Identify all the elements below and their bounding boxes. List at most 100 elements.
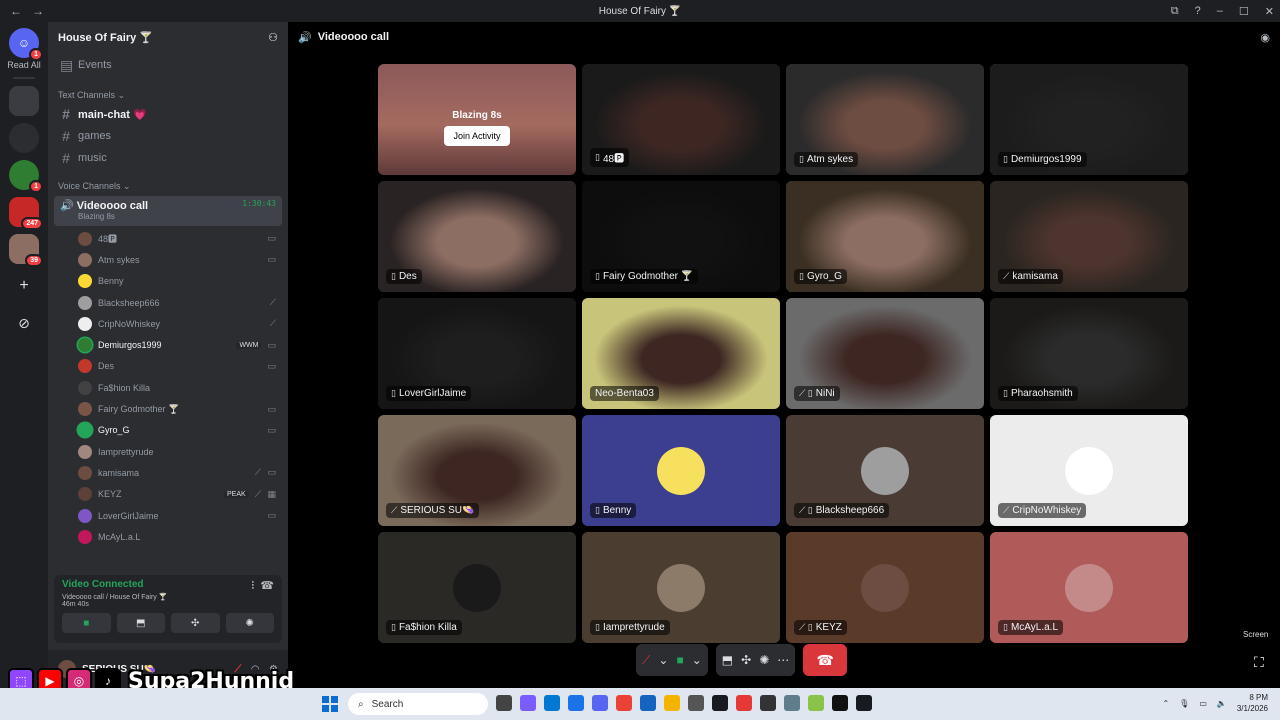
text-channels-category[interactable]: Text Channels ⌄ <box>48 78 288 103</box>
volume-icon[interactable]: 🔈 <box>1217 699 1227 708</box>
voice-member[interactable]: Gyro_G ▭ <box>48 420 288 441</box>
channel-games[interactable]: # games <box>48 125 288 147</box>
taskbar-app-icon[interactable] <box>664 695 680 711</box>
video-tile[interactable]: ⟋ SERIOUS SU👒 <box>378 415 576 526</box>
activity-tile[interactable]: Blazing 8s Join Activity <box>378 64 576 175</box>
taskbar-app-icon[interactable] <box>592 695 608 711</box>
screen-share-button[interactable]: ⬒ <box>116 613 165 633</box>
minimize-icon[interactable]: – <box>1217 5 1223 17</box>
video-tile[interactable]: ▯ LoverGirlJaime <box>378 298 576 409</box>
add-server-button[interactable]: + <box>9 271 39 301</box>
activities-icon[interactable]: ✣ <box>741 653 751 667</box>
taskbar-app-icon[interactable] <box>688 695 704 711</box>
video-tile[interactable]: ▯ Demiurgos1999 <box>990 64 1188 175</box>
mic-icon[interactable]: 🎙 <box>1179 699 1189 708</box>
taskbar-search[interactable]: ⌕ Search <box>348 693 488 715</box>
server-icon[interactable]: 1 <box>9 160 43 193</box>
chevron-down-icon[interactable]: ⌄ <box>658 653 668 667</box>
add-friend-icon[interactable]: ⚇ <box>268 31 278 44</box>
taskbar-app-icon[interactable] <box>520 695 536 711</box>
video-tile[interactable]: ▯ 48🅿 <box>582 64 780 175</box>
voice-member[interactable]: 48🅿 ▭ <box>48 228 288 249</box>
server-header[interactable]: House Of Fairy 🍸 ⚇ <box>48 22 288 52</box>
voice-member[interactable]: CripNoWhiskey ⟋ <box>48 313 288 334</box>
taskbar-app-icon[interactable] <box>832 695 848 711</box>
video-tile[interactable]: ▯ Atm sykes <box>786 64 984 175</box>
taskbar-app-icon[interactable] <box>856 695 872 711</box>
taskbar-app-icon[interactable] <box>712 695 728 711</box>
voice-member[interactable]: Blacksheep666 ⟋ <box>48 292 288 313</box>
voice-member[interactable]: Fairy Godmother 🍸 ▭ <box>48 398 288 419</box>
disconnect-icon[interactable]: ☎ <box>260 580 274 592</box>
voice-member[interactable]: kamisama ⟋ ▭ <box>48 462 288 483</box>
close-icon[interactable]: ✕ <box>1265 5 1274 18</box>
taskbar-app-icon[interactable] <box>784 695 800 711</box>
video-tile[interactable]: ⟋ ▯ NiNi <box>786 298 984 409</box>
server-icon[interactable] <box>9 86 39 116</box>
windows-start-icon[interactable] <box>322 696 338 712</box>
chevron-up-icon[interactable]: ⌃ <box>1162 699 1169 708</box>
voice-member[interactable]: Des ▭ <box>48 356 288 377</box>
mic-muted-icon[interactable]: ⟋ <box>642 653 650 668</box>
camera-button[interactable]: ■ <box>62 613 111 633</box>
taskbar-app-icon[interactable] <box>544 695 560 711</box>
discover-button[interactable]: ⊘ <box>9 308 39 338</box>
video-tile[interactable]: ▯ Fairy Godmother 🍸 <box>582 181 780 292</box>
taskbar-app-icon[interactable] <box>568 695 584 711</box>
voice-member[interactable]: Demiurgos1999 WWM ▭ <box>48 334 288 355</box>
network-icon[interactable]: ▭ <box>1199 699 1207 708</box>
channel-main-chat[interactable]: # main-chat 💗 <box>48 103 288 125</box>
more-icon[interactable]: ⋯ <box>777 653 789 667</box>
voice-member[interactable]: LoverGirlJaime ▭ <box>48 505 288 526</box>
video-tile[interactable]: ▯ McAyL.a.L <box>990 532 1188 643</box>
help-icon[interactable]: ? <box>1195 5 1201 17</box>
taskbar-app-icon[interactable] <box>496 695 512 711</box>
channel-music[interactable]: # music <box>48 147 288 169</box>
voice-member[interactable]: Atm sykes ▭ <box>48 249 288 270</box>
camera-on-icon[interactable]: ■ <box>676 653 683 667</box>
video-tile[interactable]: ▯ Benny <box>582 415 780 526</box>
activity-chat-icon[interactable]: ◉ <box>1260 31 1270 44</box>
voice-member[interactable]: McAyL.a.L <box>48 526 288 547</box>
join-activity-button[interactable]: Join Activity <box>444 126 510 146</box>
screen-share-icon[interactable]: ⬒ <box>722 653 733 667</box>
inbox-icon[interactable]: ⧉ <box>1171 5 1179 18</box>
noise-suppression-icon[interactable]: ⫶ <box>251 580 254 592</box>
video-tile[interactable]: ⟋ ▯ KEYZ <box>786 532 984 643</box>
voice-member[interactable]: KEYZ PEAK ⟋ ▦ <box>48 484 288 505</box>
taskbar-app-icon[interactable] <box>736 695 752 711</box>
video-tile[interactable]: ▯ Fa$hion Killa <box>378 532 576 643</box>
video-tile[interactable]: ▯ Pharaohsmith <box>990 298 1188 409</box>
video-tile[interactable]: ⟋ kamisama <box>990 181 1188 292</box>
maximize-icon[interactable]: ☐ <box>1239 5 1249 18</box>
clock[interactable]: 8 PM 3/1/2026 <box>1237 692 1268 714</box>
video-tile[interactable]: Neo-Benta03 <box>582 298 780 409</box>
video-tile[interactable]: ⟋ ▯ Blacksheep666 <box>786 415 984 526</box>
back-arrow-icon[interactable]: ← <box>10 4 22 18</box>
forward-arrow-icon[interactable]: → <box>32 4 44 18</box>
events-item[interactable]: ▤ Events <box>48 52 288 78</box>
video-tile[interactable]: ▯ Des <box>378 181 576 292</box>
voice-channels-category[interactable]: Voice Channels ⌄ <box>48 169 288 194</box>
voice-member[interactable]: Fa$hion Killa <box>48 377 288 398</box>
soundboard-icon[interactable]: ✺ <box>759 653 769 667</box>
taskbar-app-icon[interactable] <box>640 695 656 711</box>
video-tile[interactable]: ▯ Gyro_G <box>786 181 984 292</box>
screen-label[interactable]: Screen <box>1243 630 1268 639</box>
server-folder[interactable]: 39 <box>9 234 43 267</box>
taskbar-app-icon[interactable] <box>808 695 824 711</box>
voice-member[interactable]: Benny <box>48 271 288 292</box>
server-icon[interactable] <box>9 123 39 153</box>
server-folder[interactable]: 247 <box>9 197 43 230</box>
voice-member[interactable]: Iamprettyrude <box>48 441 288 462</box>
taskbar-app-icon[interactable] <box>616 695 632 711</box>
voice-channel-videoooo-call[interactable]: 🔊 Videoooo call 1:30:43 Blazing 8s <box>54 196 282 226</box>
video-tile[interactable]: ⟋ CripNoWhiskey <box>990 415 1188 526</box>
video-tile[interactable]: ▯ Iamprettyrude <box>582 532 780 643</box>
activities-button[interactable]: ✣ <box>171 613 220 633</box>
taskbar-app-icon[interactable] <box>760 695 776 711</box>
read-all-button[interactable]: Read All <box>7 60 41 70</box>
chevron-down-icon[interactable]: ⌄ <box>692 653 702 667</box>
leave-call-button[interactable]: ☎ <box>803 644 848 676</box>
fullscreen-icon[interactable]: ⛶ <box>1254 654 1264 671</box>
